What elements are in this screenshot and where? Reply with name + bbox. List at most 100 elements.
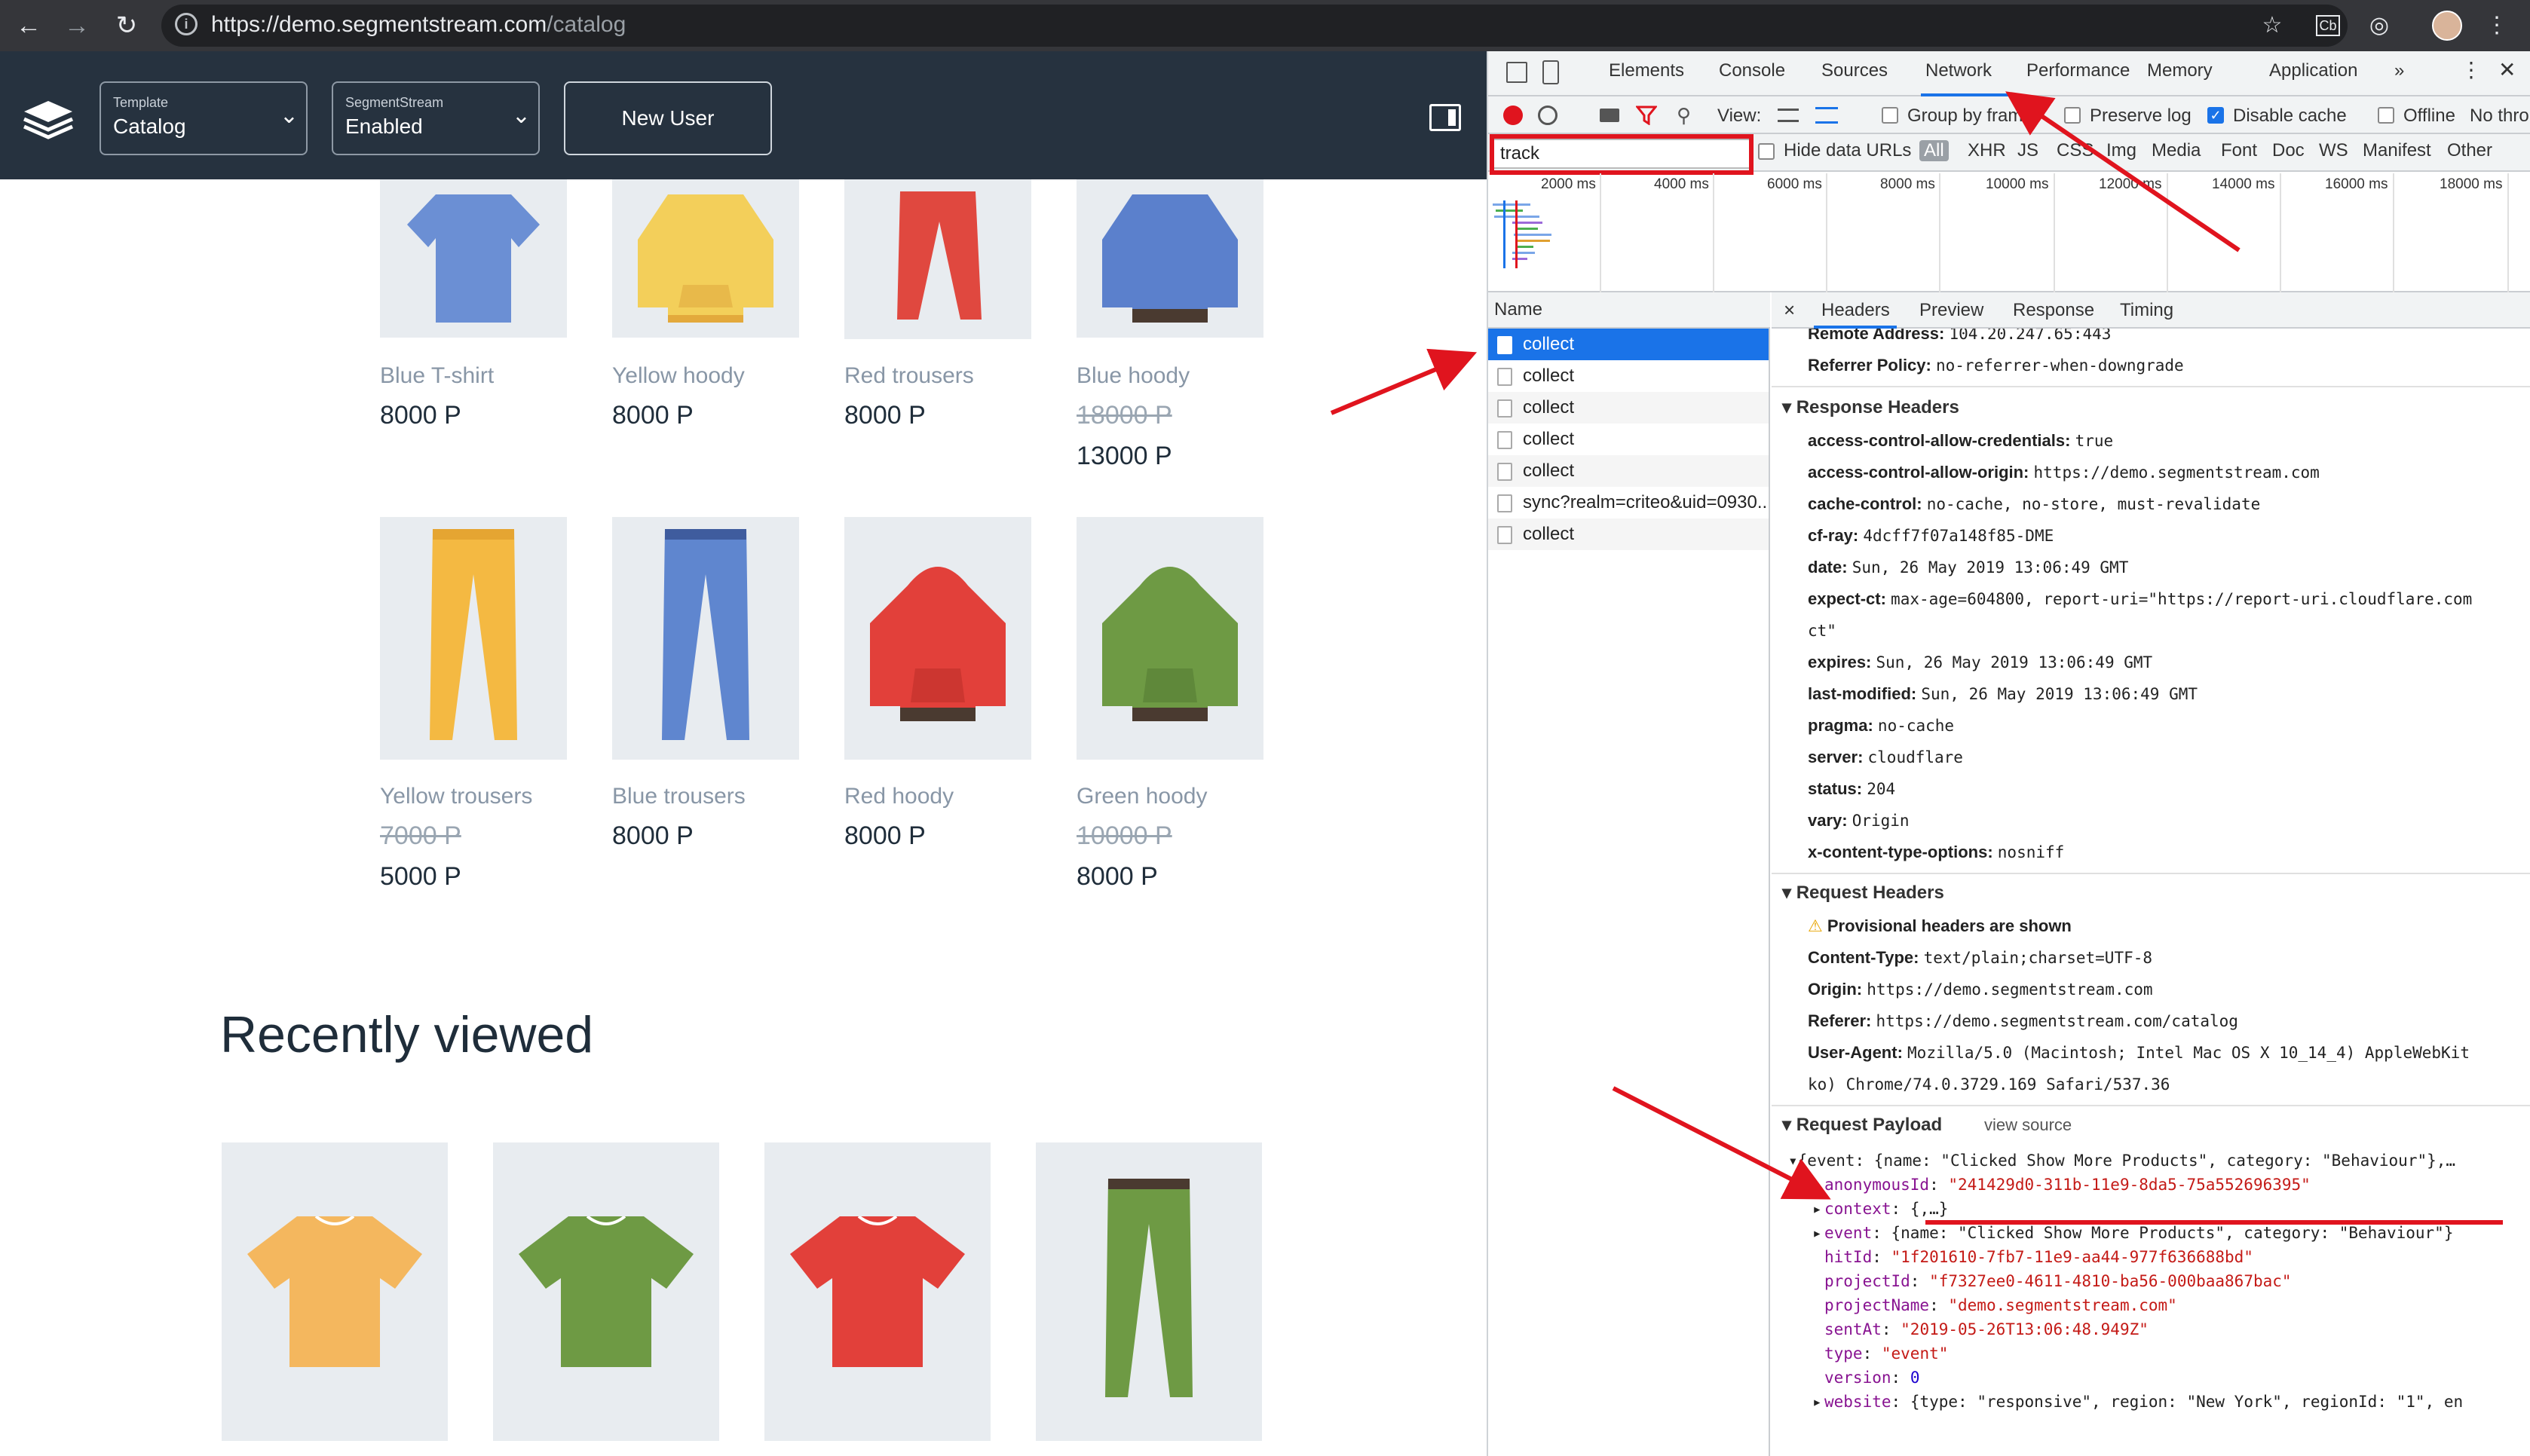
request-payload-title[interactable]: ▾ Request Payload [1782,1114,1942,1136]
site-info-icon[interactable]: i [175,13,198,35]
disable-cache-checkbox[interactable]: ✓ [2207,107,2224,124]
type-filter-all[interactable]: All [1919,140,1949,161]
header-key: Referer: [1808,1011,1872,1030]
close-icon[interactable]: ✕ [2498,57,2516,82]
product-name[interactable]: Blue hoody [1077,363,1190,389]
product-image[interactable] [380,179,567,338]
product-image[interactable] [844,517,1031,760]
preserve-log-label: Preserve log [2090,106,2192,126]
tab-sources[interactable]: Sources [1821,60,1888,81]
payload-value: "2019-05-26T13:06:48.949Z" [1901,1320,2149,1338]
device-toolbar-icon[interactable] [1542,60,1559,84]
payload-summary[interactable]: ▾{event: {name: "Clicked Show More Produ… [1788,1152,2455,1170]
preserve-log-checkbox[interactable] [2064,107,2081,124]
recent-product-image[interactable] [764,1142,991,1441]
type-filter-xhr[interactable]: XHR [1968,140,2006,161]
profile-avatar[interactable] [2432,11,2462,41]
product-name[interactable]: Yellow trousers [380,784,532,809]
payload-field[interactable]: ▸ context: {,…} [1812,1200,1948,1218]
segmentstream-select[interactable]: SegmentStream Enabled ⌄ [332,81,540,155]
reload-icon[interactable]: ↻ [110,9,143,42]
product-image[interactable] [844,179,1031,339]
request-row[interactable]: collect [1488,424,1769,455]
extension-cb-icon[interactable]: Cb [2316,15,2340,36]
throttling-select[interactable]: No thro [2470,106,2529,127]
large-rows-icon[interactable] [1778,109,1799,122]
request-row[interactable]: collect [1488,360,1769,392]
type-filter-manifest[interactable]: Manifest [2363,140,2431,161]
search-icon[interactable]: ⚲ [1677,104,1691,127]
chrome-menu-icon[interactable]: ⋮ [2482,11,2512,41]
tab-elements[interactable]: Elements [1609,60,1684,81]
filter-icon[interactable] [1636,106,1657,125]
type-filter-js[interactable]: JS [2017,140,2038,161]
tab-headers[interactable]: Headers [1821,300,1890,321]
type-filter-css[interactable]: CSS [2057,140,2094,161]
screenshot-camera-icon[interactable] [1600,109,1619,122]
template-select[interactable]: Template Catalog ⌄ [100,81,308,155]
tab-preview[interactable]: Preview [1919,300,1983,321]
tab-performance[interactable]: Performance [2026,60,2130,81]
type-filter-media[interactable]: Media [2152,140,2201,161]
request-list: Name collect collect collect collect col… [1488,292,1770,1456]
recent-product-image[interactable] [222,1142,448,1441]
request-row[interactable]: collect [1488,329,1769,360]
product-image[interactable] [380,517,567,760]
payload-field[interactable]: ▸ website: {type: "responsive", region: "… [1812,1393,2463,1411]
product-name[interactable]: Red trousers [844,363,974,389]
devtools-menu-icon[interactable]: ⋮ [2461,57,2482,82]
type-filter-ws[interactable]: WS [2319,140,2348,161]
extension-target-icon[interactable]: ◎ [2364,11,2394,41]
record-icon[interactable] [1503,106,1523,125]
tab-response[interactable]: Response [2013,300,2094,321]
response-headers-title[interactable]: ▾ Response Headers [1782,396,1959,418]
product-name[interactable]: Red hoody [844,784,954,809]
request-row[interactable]: collect [1488,455,1769,487]
product-image[interactable] [1077,517,1263,760]
product-image[interactable] [612,179,799,338]
tab-memory[interactable]: Memory [2147,60,2213,81]
inspect-element-icon[interactable] [1506,62,1527,83]
product-image[interactable] [612,517,799,760]
waterfall-overview-icon[interactable] [1815,107,1838,124]
view-source-link[interactable]: view source [1984,1115,2072,1135]
back-icon[interactable]: ← [12,9,45,42]
product-name[interactable]: Blue T-shirt [380,363,494,389]
request-row[interactable]: collect [1488,392,1769,424]
forward-icon[interactable]: → [60,9,93,42]
recent-product-image[interactable] [493,1142,719,1441]
payload-field: version: 0 [1824,1369,1919,1387]
tab-network[interactable]: Network [1925,60,1992,81]
product-name[interactable]: Blue trousers [612,784,746,809]
name-column-header[interactable]: Name [1488,292,1770,329]
request-row[interactable]: sync?realm=criteo&uid=0930... [1488,487,1769,518]
sidebar-toggle-icon[interactable] [1429,104,1461,131]
url-text[interactable]: https://demo.segmentstream.com/catalog [211,12,626,38]
more-tabs-icon[interactable]: » [2394,60,2404,81]
tab-console[interactable]: Console [1719,60,1785,81]
recent-product-image[interactable] [1036,1142,1262,1441]
header-value: 104.20.247.65:443 [1949,329,2112,343]
header-key: date: [1808,558,1848,577]
offline-checkbox[interactable] [2378,107,2394,124]
request-headers-title[interactable]: ▾ Request Headers [1782,882,1944,904]
group-by-frame-checkbox[interactable] [1882,107,1898,124]
type-filter-other[interactable]: Other [2447,140,2492,161]
clear-icon[interactable] [1538,106,1558,125]
close-details-icon[interactable]: × [1784,298,1795,322]
hide-data-urls-checkbox[interactable] [1758,143,1775,160]
product-name[interactable]: Green hoody [1077,784,1207,809]
header-row: Referer: https://demo.segmentstream.com/… [1808,1011,2238,1031]
tab-timing[interactable]: Timing [2120,300,2173,321]
product-name[interactable]: Yellow hoody [612,363,745,389]
request-row[interactable]: collect [1488,518,1769,550]
tab-application[interactable]: Application [2269,60,2357,81]
timeline-overview[interactable]: 2000 ms 4000 ms 6000 ms 8000 ms 10000 ms… [1488,173,2530,292]
new-user-button[interactable]: New User [564,81,772,155]
bookmark-star-icon[interactable]: ☆ [2257,11,2287,41]
type-filter-font[interactable]: Font [2221,140,2257,161]
type-filter-doc[interactable]: Doc [2272,140,2305,161]
type-filter-img[interactable]: Img [2106,140,2136,161]
payload-field[interactable]: ▸ event: {name: "Clicked Show More Produc… [1812,1224,2453,1242]
product-image[interactable] [1077,179,1263,338]
